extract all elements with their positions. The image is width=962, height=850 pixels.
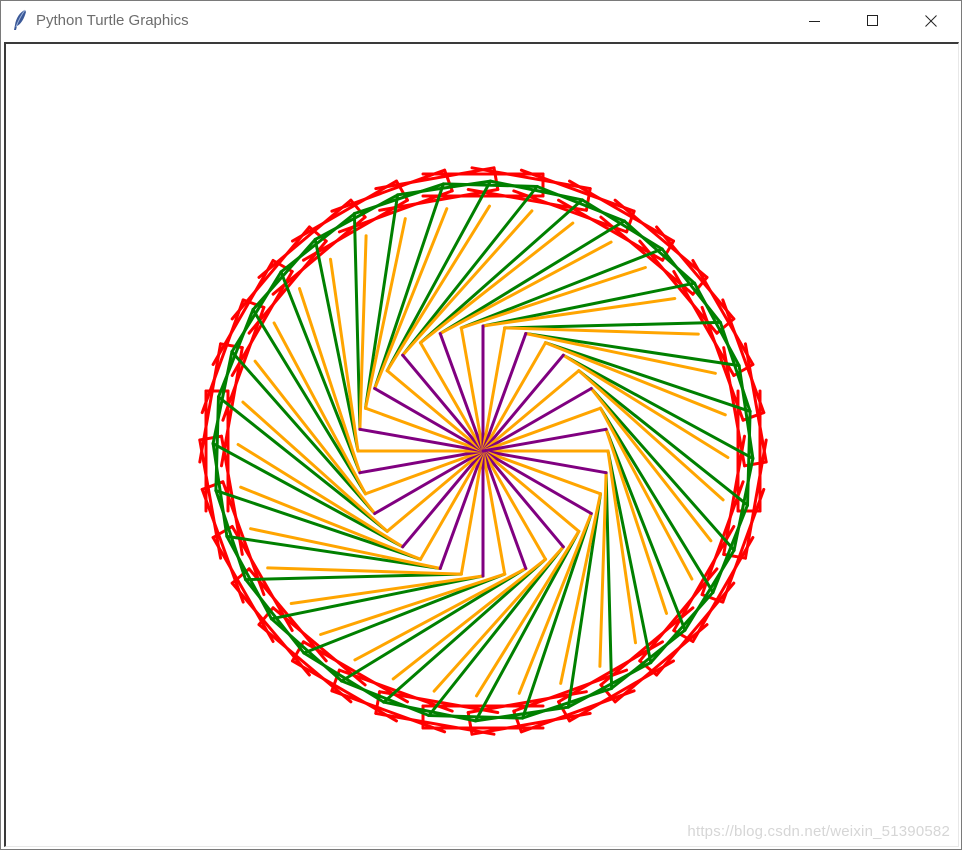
minimize-icon (809, 15, 821, 27)
orange-chord (239, 485, 423, 561)
orange-chord (401, 209, 534, 357)
watermark-text: https://blog.csdn.net/weixin_51390582 (687, 823, 950, 840)
middle-square-edge (352, 212, 362, 431)
orange-chord (543, 341, 727, 417)
feather-icon (11, 9, 29, 31)
orange-chord (432, 545, 565, 693)
minimize-button[interactable] (786, 1, 844, 40)
orange-chord (241, 400, 389, 533)
orange-chord (517, 511, 593, 695)
middle-square-edge (503, 320, 722, 330)
middle-square-edge (660, 247, 722, 325)
orange-chord (577, 369, 725, 502)
spoke-layer (356, 324, 610, 578)
orange-chord (373, 207, 449, 391)
middle-square-edge (244, 577, 306, 655)
maximize-button[interactable] (844, 1, 902, 40)
middle-square-edge (604, 471, 614, 690)
turtle-window: Python Turtle Graphics https://blog.csdn… (0, 0, 962, 850)
window-title: Python Turtle Graphics (36, 12, 189, 29)
close-button[interactable] (902, 1, 960, 40)
middle-square-edge (244, 572, 463, 582)
middle-square-edge (609, 628, 687, 690)
turtle-canvas[interactable] (6, 44, 958, 846)
close-icon (925, 14, 937, 27)
title-bar[interactable]: Python Turtle Graphics (1, 1, 961, 40)
maximize-icon (867, 14, 879, 27)
middle-square-edge (279, 212, 357, 274)
canvas-frame: https://blog.csdn.net/weixin_51390582 (4, 42, 959, 847)
